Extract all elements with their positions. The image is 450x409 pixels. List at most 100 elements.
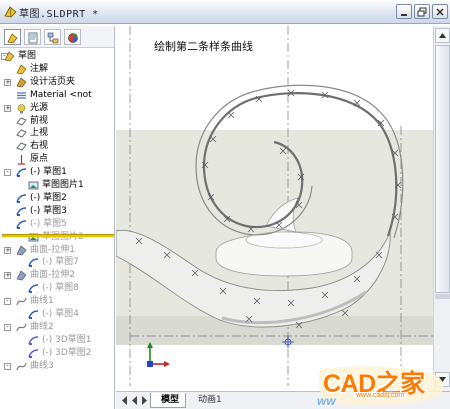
tree-item-label: 曲面-拉伸1 (30, 244, 75, 255)
tree-item[interactable]: + 曲面-拉伸1 (0, 244, 114, 257)
tree-item-label: 注解 (30, 63, 49, 74)
tree-item[interactable]: 草图图片1 (0, 179, 114, 192)
lights-icon (17, 103, 26, 114)
restore-button[interactable] (414, 4, 430, 19)
close-icon (436, 8, 444, 16)
title-bar: 草图.SLDPRT * (0, 0, 450, 24)
tree-item[interactable]: (-) 3D草图2 (0, 347, 114, 360)
tree-item[interactable]: (-) 草图7 (0, 256, 114, 269)
tab-property-manager[interactable] (24, 29, 41, 45)
tree-item[interactable]: 原点 (0, 153, 114, 166)
sketch-icon (16, 168, 27, 178)
expand-icon[interactable]: + (4, 272, 11, 280)
close-button[interactable] (432, 4, 448, 19)
tree-item[interactable]: - 草图 (0, 50, 114, 63)
window-title: 草图.SLDPRT * (19, 9, 99, 20)
collapse-icon[interactable]: - (4, 362, 11, 370)
configuration-manager-icon (47, 32, 59, 44)
tab-model[interactable]: 模型 (150, 393, 187, 408)
tree-item-label: 曲线2 (30, 321, 54, 332)
teapot-lid-top (245, 231, 323, 249)
tree-item[interactable]: 上视 (0, 127, 114, 140)
tree-item-label: 右视 (30, 141, 49, 152)
tree-item[interactable]: - 曲线3 (0, 360, 114, 373)
feature-manager-icon (7, 33, 18, 44)
tree-item-label: (-) 草图4 (42, 309, 79, 319)
tree-item-label: (-) 草图7 (42, 257, 79, 268)
surface-extrude-icon (16, 245, 27, 255)
minimize-icon (401, 14, 407, 16)
tree-item-label: 原点 (30, 154, 49, 165)
tree-item[interactable]: (-) 草图3 (0, 205, 114, 218)
sketch-canvas[interactable] (116, 26, 433, 391)
material-icon (17, 92, 26, 99)
property-manager-icon (28, 32, 38, 44)
scroll-up-button[interactable] (435, 28, 450, 43)
pane-splitter[interactable] (435, 294, 450, 299)
tree-item-label: (-) 草图2 (30, 192, 67, 203)
scroll-thumb[interactable] (435, 45, 450, 293)
tree-item[interactable]: - (-) 草图1 (0, 166, 114, 179)
tab-scroll-prev-icon[interactable] (130, 395, 139, 406)
collapse-icon[interactable]: - (4, 323, 11, 331)
sketch-icon (28, 258, 39, 268)
curve-icon (16, 297, 27, 306)
tree-item-label: 草图图片2 (42, 231, 84, 244)
sketch-icon (16, 207, 27, 216)
tab-scroll-next-icon[interactable] (140, 395, 149, 406)
tree-item-label: 上视 (30, 128, 49, 139)
tree-item-label: 曲线3 (30, 360, 54, 371)
tree-item-label: (-) 3D草图2 (42, 347, 92, 358)
origin-icon (18, 155, 25, 165)
collapse-icon[interactable]: - (4, 169, 11, 177)
tree-item[interactable]: 右视 (0, 140, 114, 153)
tree-item[interactable]: - 曲线2 (0, 321, 114, 334)
tab-scroll-first-icon[interactable] (120, 395, 129, 406)
tree-item-label: (-) 草图1 (30, 167, 67, 178)
collapse-icon[interactable]: - (4, 298, 11, 306)
tree-item[interactable]: 前视 (0, 115, 114, 128)
expand-icon[interactable]: + (4, 246, 11, 254)
tree-item-label: Material <not (30, 89, 92, 100)
expand-icon[interactable]: + (4, 104, 11, 112)
restore-icon (417, 7, 427, 17)
feature-manager-panel: - 草图 注解 + 设计活页夹 Material <not + 光源 前视 上视 右视 原点 - (-) … (0, 26, 115, 409)
graphics-area[interactable]: 绘制第二条样条曲线 (116, 26, 433, 391)
step-caption: 绘制第二条样条曲线 (154, 40, 253, 53)
expand-icon[interactable]: + (4, 78, 11, 86)
tree-item[interactable]: (-) 3D草图1 (0, 334, 114, 347)
tree-item[interactable]: + 曲面-拉伸2 (0, 269, 114, 282)
tree-item[interactable]: - 曲线1 (0, 295, 114, 308)
tree-item-label: 曲线1 (30, 296, 54, 307)
sketch3d-icon (28, 348, 39, 358)
part-file-icon (4, 6, 17, 18)
rollback-bar[interactable] (2, 234, 114, 237)
plane-icon (16, 129, 27, 138)
part-icon (4, 51, 15, 62)
tree-item-label: 草图图片1 (42, 180, 84, 190)
tab-feature-manager[interactable] (4, 29, 21, 45)
tree-item-label: 草图 (18, 51, 37, 61)
vertical-scrollbar[interactable] (433, 26, 450, 391)
minimize-button[interactable] (396, 4, 412, 19)
design-binder-icon (16, 77, 27, 88)
tab-configuration-manager[interactable] (44, 29, 61, 45)
tree-item[interactable]: + 光源 (0, 102, 114, 115)
tree-item[interactable]: (-) 草图8 (0, 282, 114, 295)
tab-display-manager[interactable] (64, 29, 81, 45)
tree-item[interactable]: 草图图片2 (0, 231, 114, 244)
tree-item[interactable]: Material <not (0, 89, 114, 102)
tree-item-label: 设计活页夹 (30, 76, 76, 87)
tree-item[interactable]: + 设计活页夹 (0, 76, 114, 89)
curve-icon (16, 362, 27, 370)
tree-item[interactable]: (-) 草图5 (0, 218, 114, 231)
view-triad (147, 342, 170, 367)
tree-item-label: (-) 草图5 (30, 218, 67, 229)
sketch-icon (28, 310, 39, 319)
tree-item[interactable]: (-) 草图4 (0, 308, 114, 321)
tree-item[interactable]: (-) 草图2 (0, 192, 114, 205)
tab-animation[interactable]: 动画1 (190, 393, 228, 408)
sketch-icon (28, 284, 39, 294)
tree-item-label: (-) 草图3 (30, 205, 67, 216)
tree-item[interactable]: 注解 (0, 63, 114, 76)
